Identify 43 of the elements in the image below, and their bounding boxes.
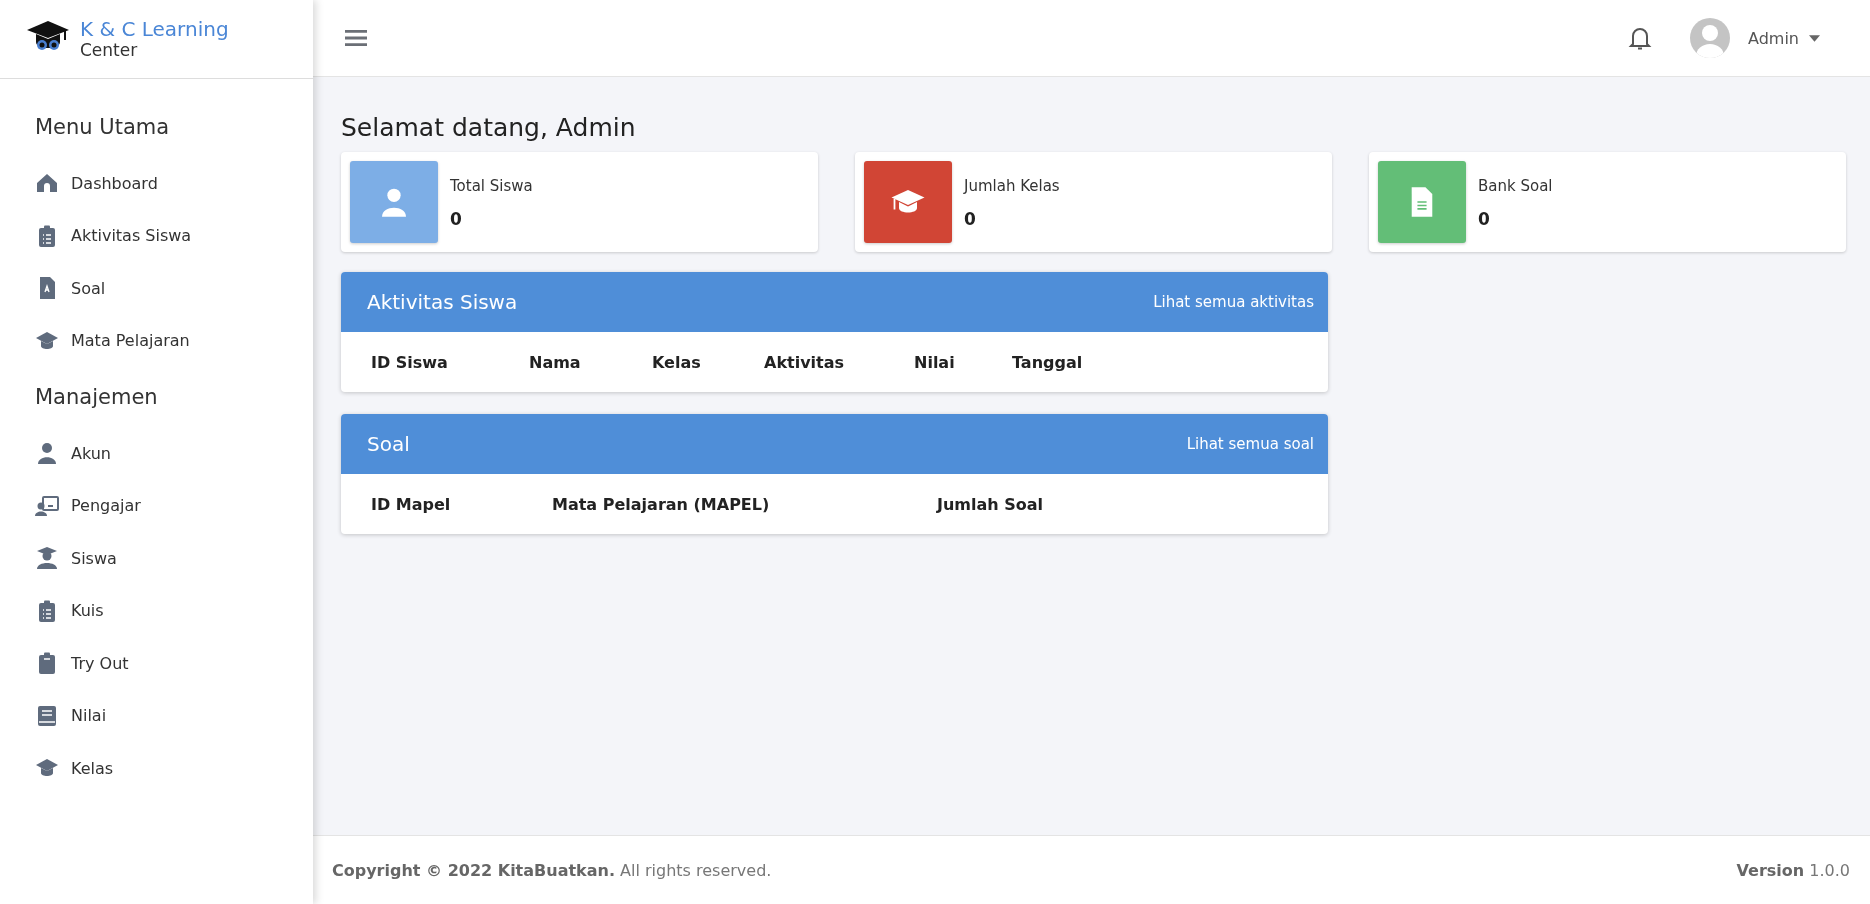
copyright-text: Copyright © 2022 KitaBuatkan. All rights reserved. [332,860,772,880]
sidebar-section-heading: Manajemen [35,384,159,411]
stat-label: Bank Soal [1478,177,1553,195]
sidebar-item[interactable]: Dashboard [35,157,158,210]
caret-icon [1809,34,1820,42]
column-header: ID Siswa [371,352,449,372]
column-header: Mata Pelajaran (MAPEL) [552,494,771,514]
sidebar-item[interactable]: Kelas [35,742,114,795]
sidebar-item[interactable]: Nilai [35,689,107,742]
sidebar-item[interactable]: Mata Pelajaran [35,314,190,367]
greeting-title: Selamat datang, Admin [341,113,637,142]
column-header: Nilai [914,352,956,372]
book-icon [35,703,59,728]
user-menu-button[interactable]: Admin [1744,24,1824,52]
stat-value: 0 [450,209,463,229]
brand-title: K & C Learning [80,17,229,41]
sidebar-item[interactable]: Soal [35,262,106,315]
sidebar-item[interactable]: Kuis [35,584,104,637]
user-icon [35,441,59,466]
column-header: Jumlah Soal [937,494,1045,514]
column-header: Nama [529,352,582,372]
table-title: Aktivitas Siswa [367,290,518,314]
avatar-icon [1690,18,1730,58]
student-icon [35,546,59,571]
stat-label: Jumlah Kelas [964,177,1060,195]
table-title: Soal [367,432,410,456]
brand-subtitle: Center [80,40,139,61]
bell-icon[interactable] [1628,25,1652,51]
version-text: Version 1.0.0 [1736,860,1850,880]
sidebar-item[interactable]: Siswa [35,532,117,585]
column-header: ID Mapel [371,494,452,514]
column-header: Aktivitas [764,352,846,372]
column-header: Kelas [652,352,702,372]
stat-label: Total Siswa [450,177,533,195]
teacher-icon [35,493,59,518]
sidebar-item[interactable]: Pengajar [35,479,141,532]
sidebar-section-heading: Menu Utama [35,114,171,141]
stat-value: 0 [1478,209,1491,229]
sidebar-item[interactable]: Try Out [35,637,129,690]
sidebar-item[interactable]: Aktivitas Siswa [35,209,192,262]
sidebar-item[interactable]: Akun [35,427,111,480]
column-header: Tanggal [1012,352,1084,372]
stat-value: 0 [964,209,977,229]
